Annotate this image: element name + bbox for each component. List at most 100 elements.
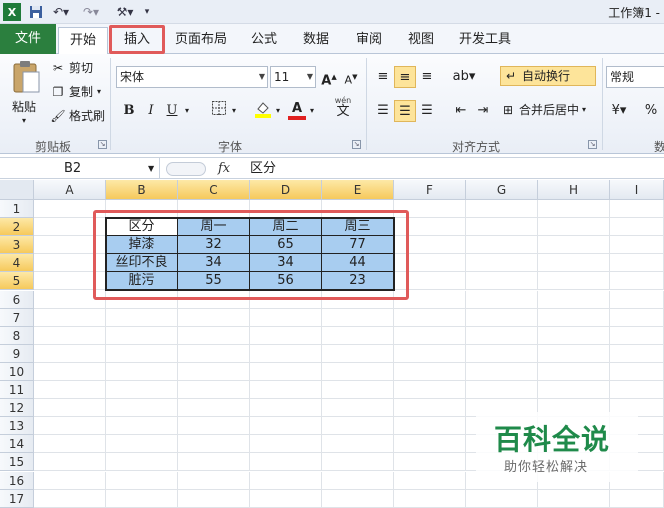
grid-cell[interactable] (106, 381, 178, 399)
font-launcher-icon[interactable]: ↘ (352, 140, 361, 149)
row-header[interactable]: 8 (0, 326, 34, 345)
grid-cell[interactable] (610, 200, 664, 218)
grid-cell[interactable] (394, 435, 466, 454)
font-color-button[interactable]: A (286, 98, 308, 120)
grid-cell[interactable] (394, 326, 466, 345)
grid-cell[interactable] (322, 326, 394, 345)
grid-cell[interactable] (250, 381, 322, 399)
grid-cell[interactable] (178, 435, 250, 454)
tab-home[interactable]: 开始 (58, 27, 108, 54)
column-header[interactable]: H (538, 180, 610, 200)
grid-cell[interactable] (322, 362, 394, 381)
row-header[interactable]: 14 (0, 435, 34, 454)
align-right-icon[interactable]: ☰ (416, 100, 438, 122)
grid-cell[interactable] (538, 236, 610, 255)
row-header[interactable]: 4 (0, 254, 34, 273)
grid-cell[interactable] (34, 290, 106, 309)
grid-cell[interactable] (322, 471, 394, 490)
row-header[interactable]: 5 (0, 272, 34, 291)
table-cell[interactable]: 23 (322, 272, 394, 291)
column-header[interactable]: E (322, 180, 394, 200)
table-header-cell[interactable]: 周二 (250, 218, 322, 237)
grid-cell[interactable] (34, 308, 106, 327)
wrap-text-button[interactable]: ↵ 自动换行 (500, 66, 596, 86)
grid-cell[interactable] (394, 308, 466, 327)
grid-cell[interactable] (178, 290, 250, 309)
column-header[interactable]: A (34, 180, 106, 200)
grid-cell[interactable] (322, 399, 394, 418)
undo-icon[interactable]: ↶▾ (49, 3, 73, 21)
grid-cell[interactable] (466, 272, 538, 291)
grid-cell[interactable] (250, 326, 322, 345)
grid-cell[interactable] (610, 236, 664, 255)
grid-cell[interactable] (394, 290, 466, 309)
tab-page-layout[interactable]: 页面布局 (170, 27, 232, 54)
fill-color-icon[interactable] (252, 100, 274, 122)
grid-cell[interactable] (178, 489, 250, 508)
grid-cell[interactable] (34, 489, 106, 508)
grid-cell[interactable] (394, 200, 466, 218)
grid-cell[interactable] (610, 381, 664, 399)
grid-cell[interactable] (394, 399, 466, 418)
worksheet-grid[interactable]: ABCDEFGHI 1 2 3 4 5 6 7 8 9 10 11 12 13 14 15 16 17 区分 周一… (0, 180, 664, 508)
insert-function-button[interactable]: fx (218, 158, 238, 179)
tab-file[interactable]: 文件 (0, 24, 56, 54)
name-box[interactable]: B2 ▼ (0, 158, 160, 179)
font-size-combo[interactable]: 11 ▼ (270, 66, 316, 88)
grid-cell[interactable] (106, 290, 178, 309)
grid-cell[interactable] (322, 417, 394, 436)
row-header[interactable]: 3 (0, 236, 34, 255)
table-header-cell[interactable]: 周一 (178, 218, 250, 237)
table-cell[interactable]: 34 (250, 254, 322, 273)
row-header[interactable]: 12 (0, 399, 34, 418)
table-cell[interactable]: 丝印不良 (106, 254, 178, 273)
grid-cell[interactable] (250, 435, 322, 454)
grid-cell[interactable] (538, 362, 610, 381)
grid-cell[interactable] (178, 326, 250, 345)
grid-cell[interactable] (538, 489, 610, 508)
table-header-cell[interactable]: 区分 (106, 218, 178, 237)
row-header[interactable]: 15 (0, 453, 34, 472)
grid-cell[interactable] (322, 435, 394, 454)
row-header[interactable]: 9 (0, 344, 34, 363)
table-header-cell[interactable]: 周三 (322, 218, 394, 237)
grow-font-button[interactable]: A▲ (318, 66, 340, 88)
align-center-icon[interactable]: ☰ (394, 100, 416, 122)
font-color-dropdown-icon[interactable]: ▾ (307, 100, 317, 122)
tab-developer[interactable]: 开发工具 (455, 27, 515, 54)
row-header[interactable]: 13 (0, 417, 34, 436)
increase-indent-icon[interactable]: ⇥ (472, 100, 494, 122)
select-all-corner[interactable] (0, 180, 34, 200)
grid-cell[interactable] (250, 471, 322, 490)
grid-cell[interactable] (106, 453, 178, 472)
grid-cell[interactable] (34, 200, 106, 218)
column-header[interactable]: C (178, 180, 250, 200)
merge-center-button[interactable]: ⊞ 合并后居中 ▾ (500, 100, 586, 120)
row-header[interactable]: 1 (0, 200, 34, 218)
grid-cell[interactable] (610, 218, 664, 237)
align-top-icon[interactable]: ≡ (372, 66, 394, 88)
shrink-font-button[interactable]: A▼ (340, 66, 362, 88)
grid-cell[interactable] (538, 308, 610, 327)
grid-cell[interactable] (178, 344, 250, 363)
tab-review[interactable]: 审阅 (349, 27, 389, 54)
paste-button[interactable]: 粘贴 ▾ (6, 58, 46, 134)
grid-cell[interactable] (394, 344, 466, 363)
fill-color-dropdown-icon[interactable]: ▾ (273, 100, 283, 122)
grid-cell[interactable] (394, 218, 466, 237)
grid-cell[interactable] (34, 399, 106, 418)
grid-cell[interactable] (34, 362, 106, 381)
grid-cell[interactable] (178, 399, 250, 418)
grid-cell[interactable] (178, 471, 250, 490)
align-bottom-icon[interactable]: ≡ (416, 66, 438, 88)
phonetic-guide-button[interactable]: wén 文 (328, 96, 358, 124)
grid-cell[interactable] (610, 489, 664, 508)
grid-cell[interactable] (34, 435, 106, 454)
grid-cell[interactable] (394, 453, 466, 472)
grid-cell[interactable] (250, 399, 322, 418)
grid-cell[interactable] (106, 308, 178, 327)
grid-cell[interactable] (34, 453, 106, 472)
table-cell[interactable]: 55 (178, 272, 250, 291)
row-header[interactable]: 6 (0, 290, 34, 309)
table-cell[interactable]: 掉漆 (106, 236, 178, 255)
